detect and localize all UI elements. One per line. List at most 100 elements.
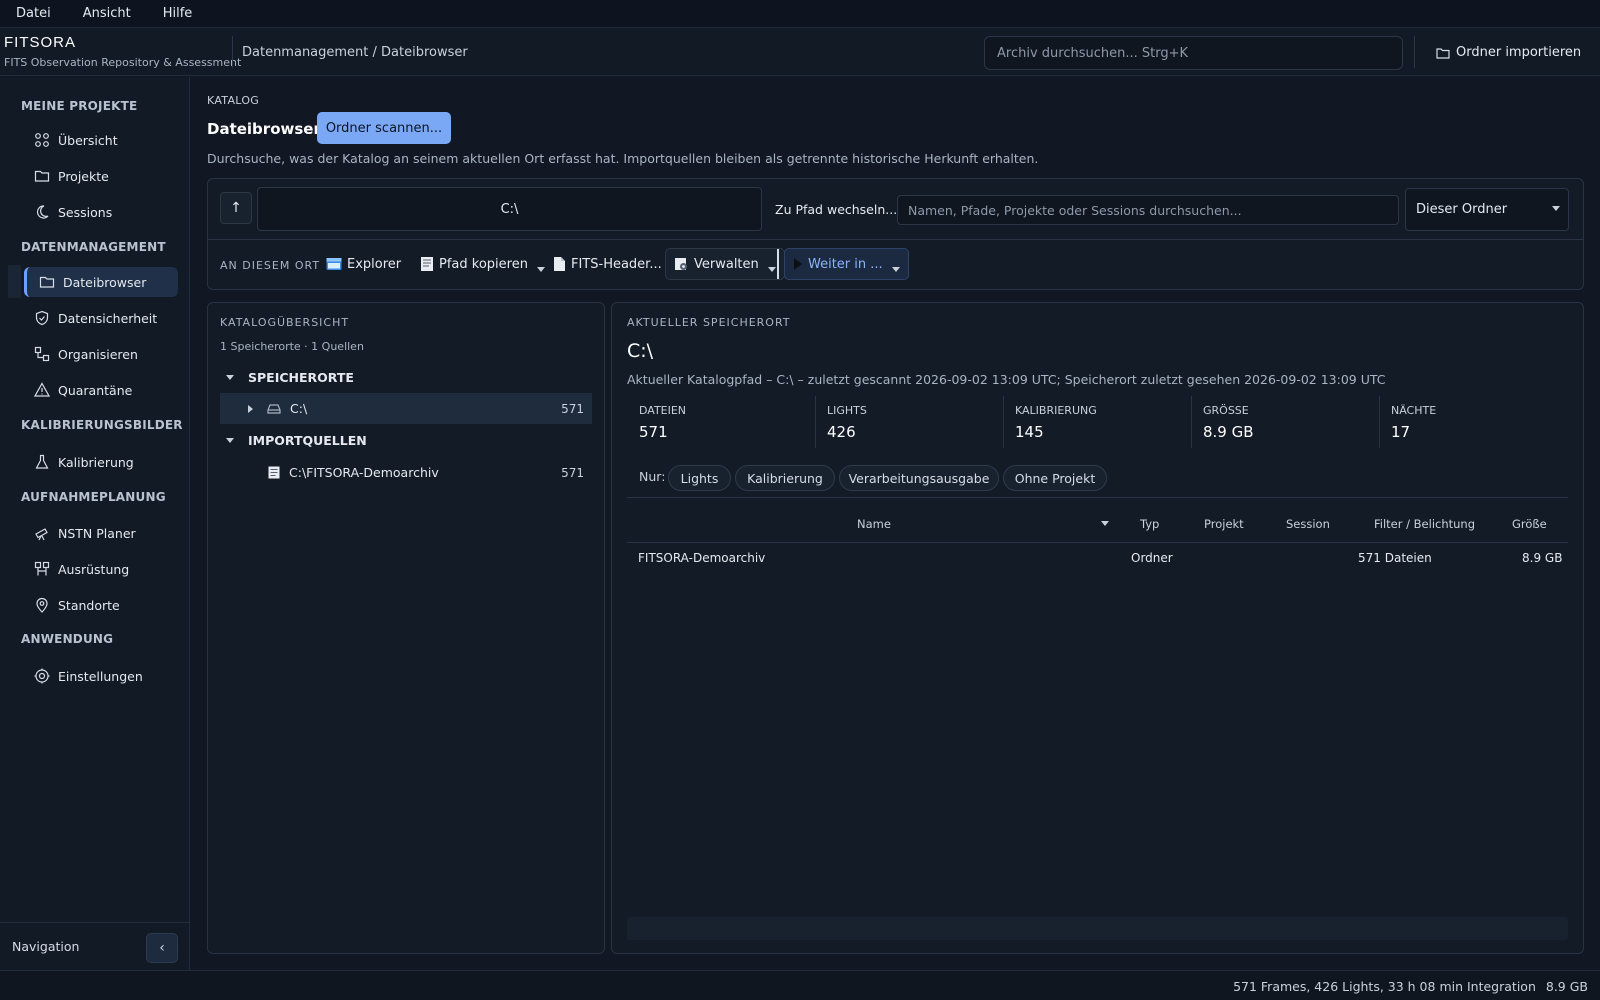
sidebar-item-standorte[interactable]: Standorte	[24, 590, 178, 620]
import-folder-button[interactable]: Ordner importieren	[1436, 45, 1581, 60]
shield-icon	[34, 310, 50, 326]
menu-hilfe[interactable]: Hilfe	[147, 6, 209, 21]
current-path-value: C:\	[500, 201, 519, 217]
scope-value: Dieser Ordner	[1416, 202, 1508, 217]
table-header-divider	[627, 542, 1568, 543]
manage-icon	[674, 257, 689, 272]
expand-down-icon	[226, 375, 234, 380]
sidebar-item-label: NSTN Planer	[58, 525, 136, 541]
scan-folder-button[interactable]: Ordner scannen...	[317, 112, 451, 144]
stat-label: DATEIEN	[639, 404, 687, 417]
archive-search-input[interactable]: Archiv durchsuchen... Strg+K	[984, 36, 1403, 70]
equipment-icon	[34, 561, 50, 577]
menu-ansicht[interactable]: Ansicht	[67, 6, 147, 21]
sidebar-item-dateibrowser[interactable]: Dateibrowser	[24, 267, 178, 297]
chip-verarbeitungsausgabe[interactable]: Verarbeitungsausgabe	[839, 465, 999, 491]
sidebar-item-kalibrierung[interactable]: Kalibrierung	[24, 447, 178, 477]
goto-path-button[interactable]: Zu Pfad wechseln...	[775, 202, 897, 217]
column-typ[interactable]: Typ	[1140, 517, 1159, 531]
chevron-down-icon	[536, 266, 545, 272]
filter-prefix: Nur:	[639, 469, 666, 484]
expand-down-icon	[226, 438, 234, 443]
arrow-up-icon: ↑	[230, 200, 242, 216]
chevron-left-icon: ‹	[159, 940, 165, 956]
stat-label: LIGHTS	[827, 404, 867, 417]
sidebar-item-organisieren[interactable]: Organisieren	[24, 339, 178, 369]
grid-icon	[34, 132, 50, 148]
sidebar-item-einstellungen[interactable]: Einstellungen	[24, 661, 178, 691]
gear-icon	[34, 668, 50, 684]
sidebar-item-uebersicht[interactable]: Übersicht	[24, 125, 178, 155]
search-placeholder: Archiv durchsuchen... Strg+K	[997, 45, 1189, 61]
source-count: 571	[561, 465, 584, 480]
chip-kalibrierung[interactable]: Kalibrierung	[735, 465, 835, 491]
sidebar: MEINE PROJEKTE Übersicht Projekte Sessio…	[0, 77, 190, 970]
sidebar-item-label: Übersicht	[58, 132, 118, 148]
section-aufnahmeplanung: AUFNAHMEPLANUNG	[21, 490, 166, 504]
status-text: 571 Frames, 426 Lights, 33 h 08 min Inte…	[1233, 979, 1588, 994]
menu-datei[interactable]: Datei	[0, 6, 67, 21]
sidebar-item-sessions[interactable]: Sessions	[24, 197, 178, 227]
tree-group-locations[interactable]: SPEICHERORTE	[220, 362, 592, 393]
scope-select[interactable]: Dieser Ordner	[1405, 188, 1569, 231]
sort-down-icon[interactable]	[1101, 521, 1109, 526]
column-filter-belichtung[interactable]: Filter / Belichtung	[1374, 517, 1475, 531]
stat-kalibrierung: KALIBRIERUNG 145	[1003, 396, 1191, 448]
toolbar-divider	[208, 239, 1583, 240]
tree-item-location[interactable]: C:\ 571	[220, 393, 592, 424]
chip-ohne-projekt[interactable]: Ohne Projekt	[1003, 465, 1107, 491]
tree-group-sources[interactable]: IMPORTQUELLEN	[220, 425, 592, 456]
copy-path-button[interactable]: Pfad kopieren	[420, 248, 545, 280]
sidebar-item-datensicherheit[interactable]: Datensicherheit	[24, 303, 178, 333]
continue-in-label: Weiter in ...	[808, 256, 883, 272]
folder-icon	[39, 274, 55, 290]
sidebar-item-label: Projekte	[58, 168, 109, 184]
status-summary: 571 Frames, 426 Lights, 33 h 08 min Inte…	[1233, 979, 1536, 994]
table-top-divider	[627, 497, 1568, 498]
fits-header-button[interactable]: FITS-Header...	[553, 248, 662, 280]
current-path-field[interactable]: C:\	[257, 187, 762, 231]
stat-value: 571	[639, 423, 668, 441]
manage-button[interactable]: Verwalten	[665, 248, 785, 280]
stat-value: 426	[827, 423, 856, 441]
pin-icon	[34, 597, 50, 613]
horizontal-scrollbar[interactable]	[627, 917, 1568, 940]
collapse-sidebar-button[interactable]: ‹	[146, 933, 178, 963]
sidebar-item-nstn-planer[interactable]: NSTN Planer	[24, 518, 178, 548]
sidebar-item-quarantaene[interactable]: Quarantäne	[24, 375, 178, 405]
stat-label: KALIBRIERUNG	[1015, 404, 1097, 417]
here-label: AN DIESEM ORT	[220, 259, 321, 272]
source-name: C:\FITSORA-Demoarchiv	[289, 465, 439, 480]
fits-header-label: FITS-Header...	[571, 256, 662, 272]
menu-bar: Datei Ansicht Hilfe	[0, 0, 1600, 28]
page-description: Durchsuche, was der Katalog an seinem ak…	[207, 151, 1039, 166]
column-session[interactable]: Session	[1286, 517, 1330, 531]
sidebar-item-projekte[interactable]: Projekte	[24, 161, 178, 191]
header-divider	[232, 36, 233, 68]
folder-icon	[34, 168, 50, 184]
navigation-label: Navigation	[12, 939, 80, 954]
cell-name: FITSORA-Demoarchiv	[638, 551, 766, 565]
document-icon	[268, 466, 280, 479]
sidebar-footer: Navigation ‹	[0, 922, 189, 970]
sidebar-item-label: Standorte	[58, 597, 120, 613]
sidebar-item-ausruestung[interactable]: Ausrüstung	[24, 554, 178, 584]
stat-value: 145	[1015, 423, 1044, 441]
explorer-button[interactable]: Explorer	[326, 248, 401, 280]
tree-item-source[interactable]: C:\FITSORA-Demoarchiv 571	[220, 457, 592, 488]
section-kalibrierungsbilder: KALIBRIERUNGSBILDER	[21, 418, 183, 432]
parent-folder-button[interactable]: ↑	[220, 192, 252, 224]
stat-value: 17	[1391, 423, 1411, 441]
column-projekt[interactable]: Projekt	[1204, 517, 1244, 531]
page-title: Dateibrowser	[207, 120, 321, 138]
stat-value: 8.9 GB	[1203, 423, 1254, 441]
copy-icon	[420, 256, 434, 272]
column-groesse[interactable]: Größe	[1512, 517, 1547, 531]
chip-lights[interactable]: Lights	[668, 465, 731, 491]
continue-in-button[interactable]: Weiter in ...	[784, 248, 909, 280]
filter-input[interactable]: Namen, Pfade, Projekte oder Sessions dur…	[897, 195, 1399, 225]
column-name[interactable]: Name	[857, 517, 891, 531]
current-location-path: C:\	[627, 340, 654, 362]
section-meine-projekte: MEINE PROJEKTE	[21, 99, 138, 113]
manage-label: Verwalten	[694, 256, 759, 272]
